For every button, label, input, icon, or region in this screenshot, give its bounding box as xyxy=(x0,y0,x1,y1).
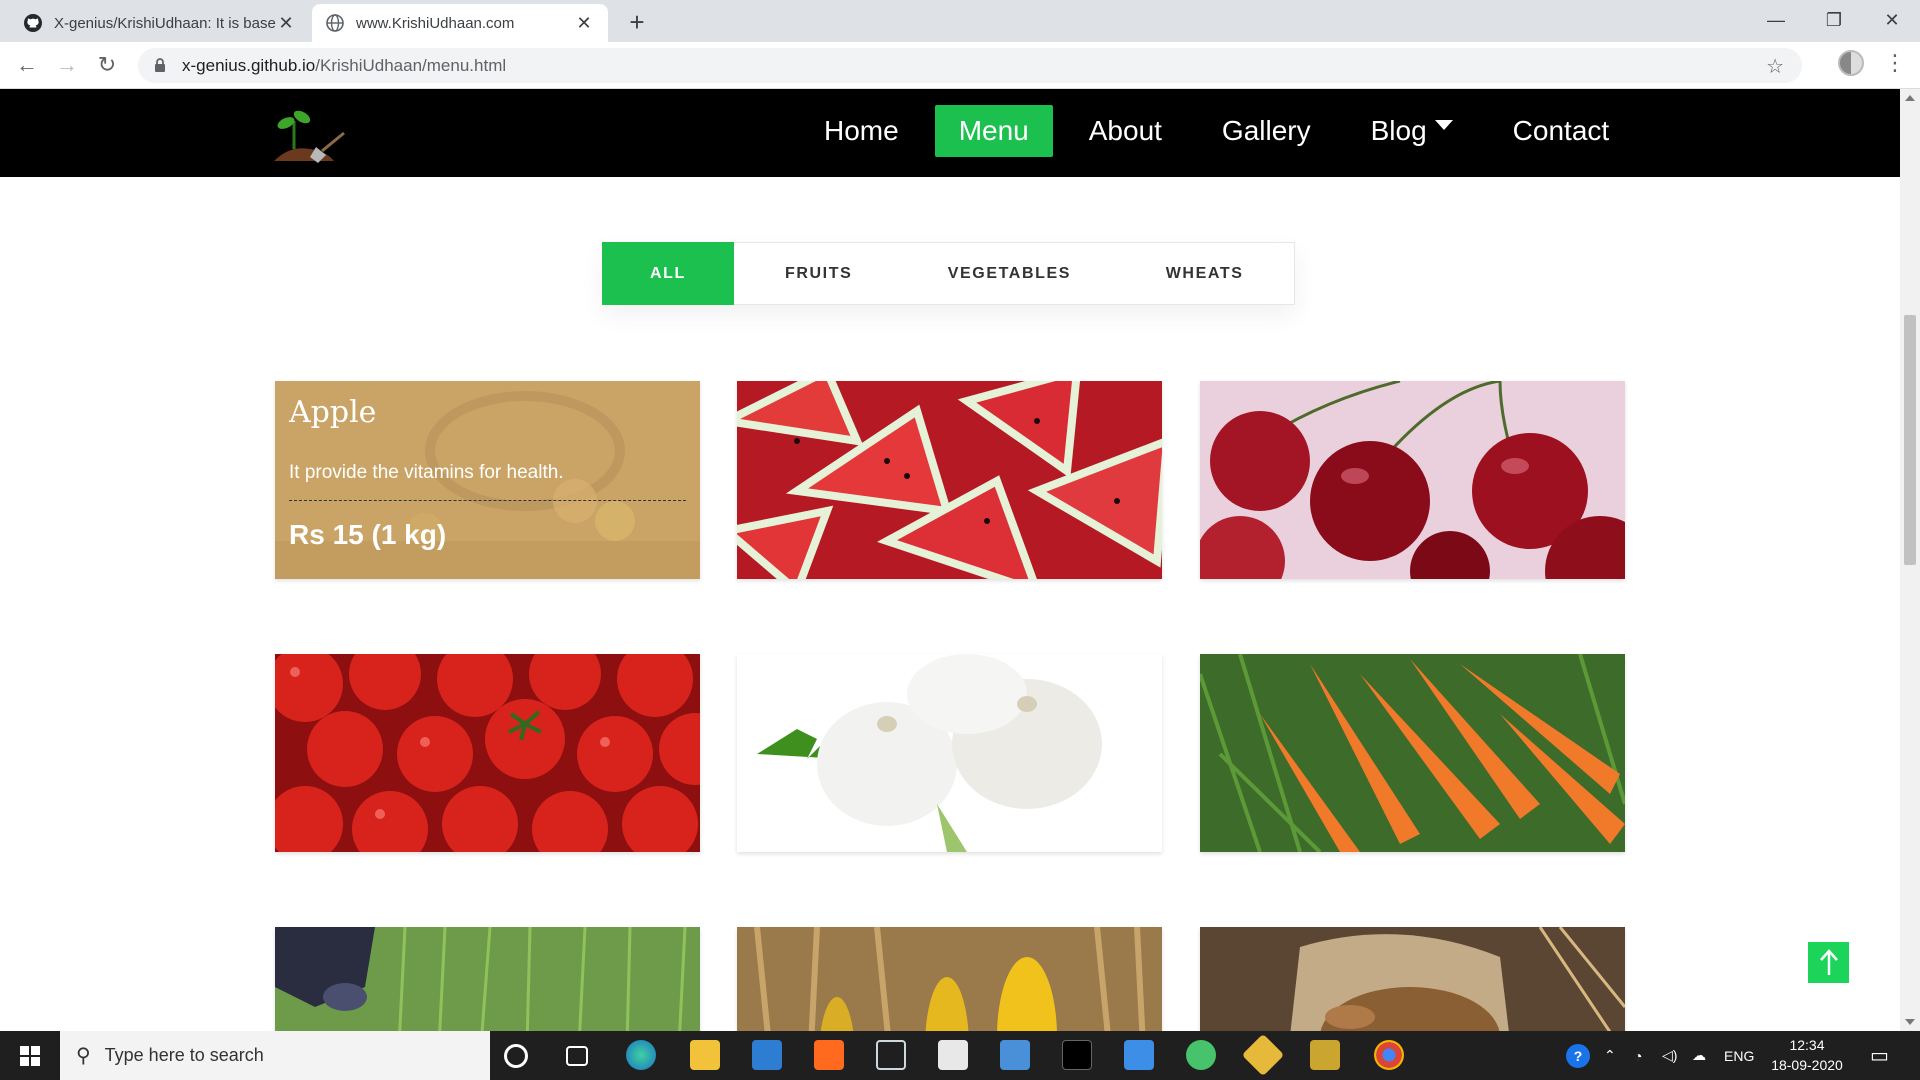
windows-logo-icon xyxy=(20,1045,40,1066)
taskbar-search-box[interactable]: ⚲ Type here to search xyxy=(60,1031,490,1080)
windows-start-button[interactable] xyxy=(0,1031,60,1080)
product-price: Rs 15 (1 kg) xyxy=(289,519,447,550)
search-icon: ⚲ xyxy=(76,1045,91,1067)
phone-app-icon[interactable] xyxy=(1124,1040,1154,1070)
taskbar-search-placeholder: Type here to search xyxy=(104,1045,264,1065)
product-info-overlay: Apple It provide the vitamins for health… xyxy=(275,381,700,579)
garlic-image xyxy=(737,654,1162,852)
back-icon[interactable]: ← xyxy=(12,50,42,80)
product-card-carrots[interactable] xyxy=(1200,654,1625,852)
main-menu: Home Menu About Gallery Blog Contact xyxy=(800,105,1645,157)
cherries-image xyxy=(1200,381,1625,579)
document-app-icon[interactable] xyxy=(938,1040,968,1070)
show-hidden-icons[interactable]: ⌃ xyxy=(1604,1031,1616,1080)
caret-down-icon xyxy=(1434,119,1453,130)
tab-title: X-genius/KrishiUdhaan: It is base xyxy=(54,14,276,32)
filter-wheats[interactable]: WHEATS xyxy=(1115,243,1294,304)
browser-tab-strip: X-genius/KrishiUdhaan: It is base ✕ www.… xyxy=(0,0,1920,42)
terminal-icon[interactable] xyxy=(1062,1040,1092,1070)
page-viewport: Home Menu About Gallery Blog Contact ALL… xyxy=(0,89,1900,1031)
filter-fruits[interactable]: FRUITS xyxy=(734,243,904,304)
nav-about[interactable]: About xyxy=(1065,105,1186,157)
browser-tab-github[interactable]: X-genius/KrishiUdhaan: It is base ✕ xyxy=(10,4,310,42)
whatsapp-icon[interactable] xyxy=(814,1040,844,1070)
nav-contact[interactable]: Contact xyxy=(1489,105,1634,157)
task-view-icon[interactable] xyxy=(566,1046,588,1066)
url-path: /KrishiUdhaan/menu.html xyxy=(315,55,507,75)
edge-browser-icon[interactable] xyxy=(626,1040,656,1070)
scroll-up-icon[interactable] xyxy=(1905,95,1915,101)
notifications-icon[interactable]: ▭ xyxy=(1870,1031,1889,1080)
system-clock[interactable]: 12:34 18-09-2020 xyxy=(1752,1035,1862,1075)
url-host: x-genius.github.io xyxy=(182,55,316,75)
product-card-rice[interactable] xyxy=(275,927,700,1031)
new-tab-button[interactable]: + xyxy=(624,9,650,35)
nav-blog[interactable]: Blog xyxy=(1347,105,1477,157)
volume-icon[interactable]: ◁) xyxy=(1662,1031,1677,1080)
cortana-icon[interactable] xyxy=(504,1044,528,1068)
windows-taskbar: ⚲ Type here to search ? ⌃ ◔ ◁) ☁ ENG 12:… xyxy=(0,1031,1920,1080)
product-card-garlic[interactable] xyxy=(737,654,1162,852)
mail-icon[interactable] xyxy=(1000,1040,1030,1070)
product-card-watermelon[interactable] xyxy=(737,381,1162,579)
dropbox-icon[interactable] xyxy=(876,1040,906,1070)
product-card-tomatoes[interactable] xyxy=(275,654,700,852)
restore-icon[interactable]: ❐ xyxy=(1806,0,1862,40)
minimize-icon[interactable]: ― xyxy=(1748,0,1804,40)
category-filter-bar: ALL FRUITS VEGETABLES WHEATS xyxy=(602,242,1295,305)
product-card-cherries[interactable] xyxy=(1200,381,1625,579)
clock-date: 18-09-2020 xyxy=(1771,1057,1843,1073)
tab-title: www.KrishiUdhaan.com xyxy=(356,14,515,32)
help-icon[interactable]: ? xyxy=(1566,1031,1590,1080)
chrome-icon[interactable] xyxy=(1374,1040,1404,1070)
atom-editor-icon[interactable] xyxy=(1186,1040,1216,1070)
product-card-corn[interactable] xyxy=(737,927,1162,1031)
close-tab-icon[interactable]: ✕ xyxy=(574,13,594,33)
nav-menu[interactable]: Menu xyxy=(934,105,1053,157)
carrots-image xyxy=(1200,654,1625,852)
arrow-up-icon xyxy=(1819,948,1838,975)
site-navbar: Home Menu About Gallery Blog Contact xyxy=(0,89,1900,177)
krishiudhaan-logo[interactable] xyxy=(270,99,350,169)
corn-image xyxy=(737,927,1162,1031)
product-name: Apple xyxy=(289,395,377,430)
color-app-icon[interactable] xyxy=(1241,1033,1285,1077)
nav-blog-label: Blog xyxy=(1370,115,1427,146)
microsoft-store-icon[interactable] xyxy=(752,1040,782,1070)
language-indicator[interactable]: ENG xyxy=(1724,1031,1754,1080)
forward-icon[interactable]: → xyxy=(52,50,82,80)
lock-icon xyxy=(155,58,165,72)
nav-gallery[interactable]: Gallery xyxy=(1198,105,1335,157)
close-window-icon[interactable]: ✕ xyxy=(1864,0,1920,40)
product-description: It provide the vitamins for health. xyxy=(289,462,686,501)
product-card-wheat[interactable] xyxy=(1200,927,1625,1031)
nav-home[interactable]: Home xyxy=(800,105,923,157)
filter-vegetables[interactable]: VEGETABLES xyxy=(904,243,1116,304)
wheat-grains-image xyxy=(1200,927,1625,1031)
reload-icon[interactable]: ↻ xyxy=(92,50,122,80)
profile-avatar[interactable] xyxy=(1838,50,1864,76)
browser-menu-icon[interactable]: ⋮ xyxy=(1884,50,1906,76)
watermelon-image xyxy=(737,381,1162,579)
github-icon xyxy=(24,14,42,32)
tool-app-icon[interactable] xyxy=(1310,1040,1340,1070)
bookmark-star-icon[interactable]: ☆ xyxy=(1766,54,1784,79)
file-explorer-icon[interactable] xyxy=(690,1040,720,1070)
tomatoes-image xyxy=(275,654,700,852)
product-card-apple[interactable]: Apple It provide the vitamins for health… xyxy=(275,381,700,579)
close-tab-icon[interactable]: ✕ xyxy=(276,13,296,33)
onedrive-icon[interactable]: ☁ xyxy=(1692,1031,1706,1080)
network-icon[interactable]: ◔ xyxy=(1634,1031,1642,1080)
address-bar[interactable]: x-genius.github.io/KrishiUdhaan/menu.htm… xyxy=(138,48,1802,83)
globe-icon xyxy=(326,14,344,32)
browser-tab-krishiudhaan[interactable]: www.KrishiUdhaan.com ✕ xyxy=(312,4,608,42)
browser-toolbar: ← → ↻ x-genius.github.io/KrishiUdhaan/me… xyxy=(0,42,1920,89)
rice-field-image xyxy=(275,927,700,1031)
clock-time: 12:34 xyxy=(1789,1037,1825,1053)
back-to-top-button[interactable] xyxy=(1808,942,1849,983)
filter-all[interactable]: ALL xyxy=(602,242,734,305)
page-scrollbar[interactable] xyxy=(1900,89,1920,1031)
scroll-down-icon[interactable] xyxy=(1905,1019,1915,1025)
scroll-thumb[interactable] xyxy=(1904,315,1916,565)
